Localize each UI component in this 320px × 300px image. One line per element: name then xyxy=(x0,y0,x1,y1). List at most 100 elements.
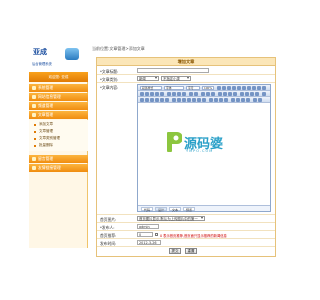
submenu-manage-article[interactable]: 文章管理 xyxy=(29,128,88,135)
tab-preview[interactable]: 预览 xyxy=(183,207,196,212)
menu-icon xyxy=(32,166,36,170)
reset-button[interactable]: 重置 xyxy=(185,248,197,254)
time-icon[interactable] xyxy=(236,98,240,102)
anchor-icon[interactable] xyxy=(211,92,215,96)
sidebar-item-label: 系统管理 xyxy=(38,85,54,90)
paste-icon[interactable] xyxy=(150,92,154,96)
align-left-icon[interactable] xyxy=(247,86,251,90)
zoom-select[interactable]: 100% xyxy=(202,86,214,90)
submenu-article-category[interactable]: 文章类别管理 xyxy=(29,135,88,142)
merge-cells-icon[interactable] xyxy=(160,98,164,102)
about-icon[interactable] xyxy=(258,98,262,102)
image-icon[interactable] xyxy=(218,92,222,96)
justify-icon[interactable] xyxy=(262,86,266,90)
sidebar-item-site-info[interactable]: 网站信息管理 xyxy=(29,93,88,101)
radio-icon[interactable] xyxy=(187,98,191,102)
file-icon[interactable] xyxy=(233,92,237,96)
split-cells-icon[interactable] xyxy=(165,98,169,102)
bold-icon[interactable] xyxy=(217,86,221,90)
menu-icon xyxy=(32,86,36,90)
background-color-icon[interactable] xyxy=(194,92,198,96)
redo-icon[interactable] xyxy=(160,92,164,96)
checkbox-icon[interactable] xyxy=(192,98,196,102)
submenu-batch-delete[interactable]: 批量删除 xyxy=(29,142,88,149)
delete-column-icon[interactable] xyxy=(155,98,159,102)
replace-icon[interactable] xyxy=(214,98,218,102)
superscript-icon[interactable] xyxy=(237,86,241,90)
emoticon-icon[interactable] xyxy=(255,92,259,96)
sidebar-menu: 系统管理 网站信息管理 频道管理 文章管理 添加文章 文章管理 文章类别管理 批… xyxy=(29,84,88,173)
subscript-icon[interactable] xyxy=(242,86,246,90)
underline-icon[interactable] xyxy=(227,86,231,90)
date-icon[interactable] xyxy=(231,98,235,102)
date-input[interactable]: 2012-3-26 xyxy=(137,240,161,245)
home-recommend-checkbox[interactable] xyxy=(155,233,158,236)
tab-text[interactable]: 文本 xyxy=(169,207,182,212)
date-row: 发布时间: 2012-3-26 xyxy=(97,239,275,247)
rich-text-editor: 段落样式 字体 字号 100% 源码婆 YMPO.COM 代码 设计 文本 预览 xyxy=(137,84,271,212)
sidebar-item-system[interactable]: 系统管理 xyxy=(29,84,88,92)
undo-icon[interactable] xyxy=(155,92,159,96)
submenu-add-article[interactable]: 添加文章 xyxy=(29,121,88,128)
insert-row-icon[interactable] xyxy=(140,98,144,102)
sidebar-item-label: 文章管理 xyxy=(38,112,54,117)
home-recommend-input[interactable]: 0 xyxy=(137,232,153,237)
strike-icon[interactable] xyxy=(232,86,236,90)
editor-content-area[interactable]: 源码婆 YMPO.COM xyxy=(138,104,270,200)
find-icon[interactable] xyxy=(209,98,213,102)
table-icon[interactable] xyxy=(240,92,244,96)
category-select[interactable]: 新闻 xyxy=(137,76,159,81)
unlink-icon[interactable] xyxy=(206,92,210,96)
paragraph-style-select[interactable]: 段落样式 xyxy=(140,86,162,90)
fullscreen-icon[interactable] xyxy=(262,92,266,96)
textbox-icon[interactable] xyxy=(177,98,181,102)
code-icon[interactable] xyxy=(241,98,245,102)
unordered-list-icon[interactable] xyxy=(172,92,176,96)
menu-icon xyxy=(32,104,36,108)
logo-subtitle: 后台管理系统 xyxy=(32,62,52,66)
font-size-select[interactable]: 字号 xyxy=(186,86,200,90)
date-label: 发布时间: xyxy=(100,241,117,246)
insert-column-icon[interactable] xyxy=(145,98,149,102)
outdent-icon[interactable] xyxy=(182,92,186,96)
align-center-icon[interactable] xyxy=(252,86,256,90)
content-label: *文章内容: xyxy=(100,85,119,90)
spellcheck-icon[interactable] xyxy=(224,98,228,102)
rule-icon[interactable] xyxy=(245,92,249,96)
delete-row-icon[interactable] xyxy=(150,98,154,102)
editor-toolbar-3 xyxy=(138,97,270,103)
marquee-icon[interactable] xyxy=(246,98,250,102)
sidebar-item-messages[interactable]: 留言管理 xyxy=(29,155,88,163)
title-input[interactable] xyxy=(137,68,209,73)
indent-icon[interactable] xyxy=(177,92,181,96)
cut-icon[interactable] xyxy=(140,92,144,96)
author-input[interactable]: admin xyxy=(137,224,159,229)
align-right-icon[interactable] xyxy=(257,86,261,90)
tab-code[interactable]: 代码 xyxy=(141,207,154,212)
dropdown-icon[interactable] xyxy=(197,98,201,102)
help-icon[interactable] xyxy=(253,98,257,102)
submit-button[interactable]: 提交 xyxy=(169,248,181,254)
article-submenu: 添加文章 文章管理 文章类别管理 批量删除 xyxy=(29,120,88,151)
menu-icon xyxy=(32,113,36,117)
cover-select[interactable]: 首页图片显示,默认为上传图片中的第一 xyxy=(137,216,205,221)
ordered-list-icon[interactable] xyxy=(167,92,171,96)
tab-design[interactable]: 设计 xyxy=(155,207,168,212)
font-select[interactable]: 字体 xyxy=(164,86,184,90)
sidebar-item-article[interactable]: 文章管理 xyxy=(29,111,88,119)
subcategory-select[interactable]: 不指定小类 xyxy=(161,76,191,81)
sidebar-item-links[interactable]: 友情链接管理 xyxy=(29,164,88,172)
flash-icon[interactable] xyxy=(223,92,227,96)
print-icon[interactable] xyxy=(219,98,223,102)
media-icon[interactable] xyxy=(228,92,232,96)
button-icon[interactable] xyxy=(202,98,206,102)
font-color-icon[interactable] xyxy=(189,92,193,96)
italic-icon[interactable] xyxy=(222,86,226,90)
copy-icon[interactable] xyxy=(145,92,149,96)
link-icon[interactable] xyxy=(201,92,205,96)
textarea-icon[interactable] xyxy=(182,98,186,102)
symbol-icon[interactable] xyxy=(250,92,254,96)
sidebar-item-channel[interactable]: 频道管理 xyxy=(29,102,88,110)
sidebar-item-label: 留言管理 xyxy=(38,156,54,161)
form-icon[interactable] xyxy=(172,98,176,102)
